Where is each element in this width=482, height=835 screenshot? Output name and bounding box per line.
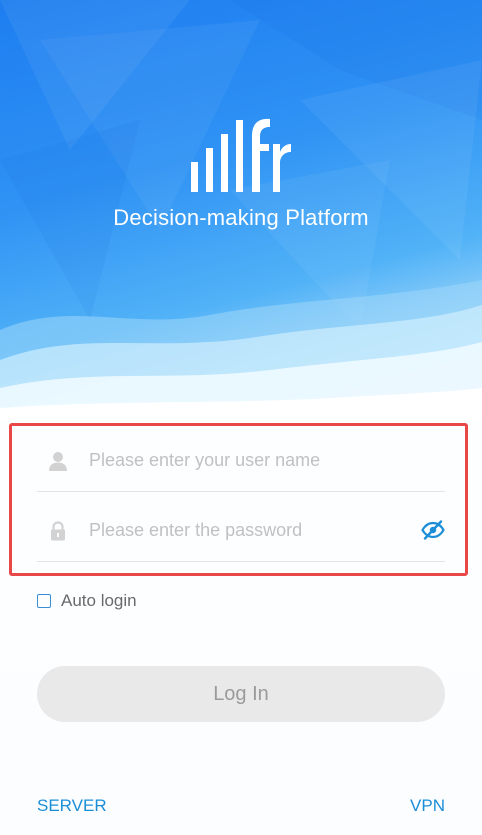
auto-login-checkbox[interactable] bbox=[37, 594, 51, 608]
login-screen: Decision-making Platform Auto login Log … bbox=[0, 0, 482, 835]
fr-bars-logo-icon bbox=[191, 118, 291, 192]
auto-login-label: Auto login bbox=[61, 591, 137, 610]
header-banner: Decision-making Platform bbox=[0, 0, 482, 420]
auto-login-toggle[interactable]: Auto login bbox=[37, 589, 137, 613]
platform-title: Decision-making Platform bbox=[113, 205, 369, 230]
password-input[interactable] bbox=[89, 515, 409, 545]
password-field bbox=[37, 498, 445, 562]
server-link[interactable]: SERVER bbox=[37, 796, 107, 816]
eye-hidden-icon[interactable] bbox=[421, 520, 445, 540]
vpn-link[interactable]: VPN bbox=[410, 796, 445, 816]
lock-icon bbox=[51, 521, 65, 541]
user-icon bbox=[49, 452, 67, 471]
username-input[interactable] bbox=[89, 445, 409, 475]
username-field bbox=[37, 428, 445, 492]
login-button[interactable]: Log In bbox=[37, 666, 445, 722]
